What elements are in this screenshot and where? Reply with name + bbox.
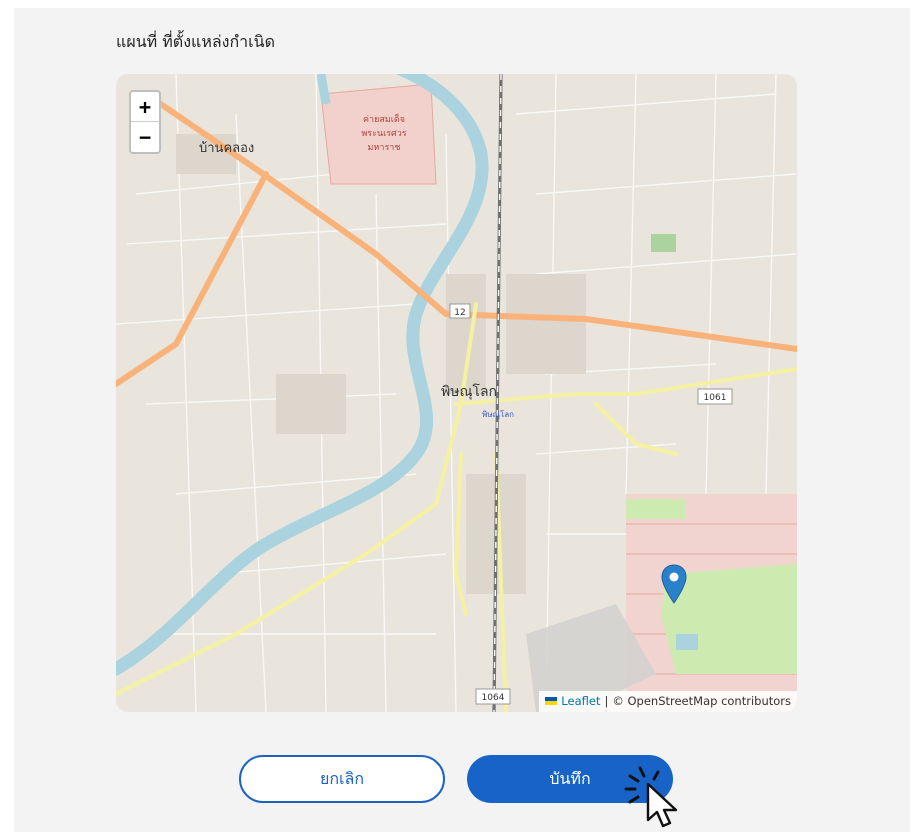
- attribution-separator: |: [604, 694, 609, 708]
- osm-link[interactable]: © OpenStreetMap contributors: [612, 694, 791, 708]
- ukraine-flag-icon: [545, 697, 558, 705]
- zoom-in-button[interactable]: +: [131, 92, 159, 122]
- route-1064-shield: 1064: [482, 693, 505, 703]
- zoom-control: + −: [129, 90, 161, 154]
- zoom-out-button[interactable]: −: [131, 122, 159, 152]
- label-district: บ้านคลอง: [199, 141, 254, 156]
- pointer-cursor-icon: [624, 766, 678, 828]
- location-marker-icon[interactable]: [661, 564, 687, 604]
- route-12-shield: 12: [454, 308, 465, 318]
- leaflet-link[interactable]: Leaflet: [561, 694, 600, 708]
- cancel-button[interactable]: ยกเลิก: [239, 755, 445, 803]
- map-tiles[interactable]: บ้านคลอง ค่ายสมเด็จ พระนเรศวร มหาราช พิษ…: [116, 74, 797, 712]
- label-station: พิษณุโลก: [482, 409, 514, 419]
- route-1061-shield: 1061: [704, 393, 727, 403]
- label-camp-3: มหาราช: [368, 143, 401, 153]
- map-attribution: Leaflet | © OpenStreetMap contributors: [539, 691, 797, 712]
- dialog-title: แผนที่ ที่ตั้งแหล่งกำเนิด: [116, 32, 275, 51]
- label-camp-2: พระนเรศวร: [361, 129, 406, 139]
- map-view[interactable]: บ้านคลอง ค่ายสมเด็จ พระนเรศวร มหาราช พิษ…: [116, 74, 797, 712]
- label-city: พิษณุโลก: [441, 383, 497, 400]
